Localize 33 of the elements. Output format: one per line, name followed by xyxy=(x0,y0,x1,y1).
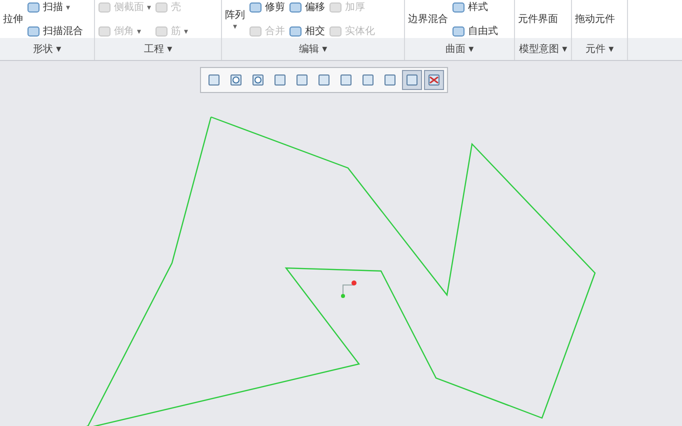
sketch-display-button[interactable] xyxy=(402,70,422,90)
ribbon-button[interactable]: 修剪 xyxy=(249,0,285,14)
group-label[interactable]: 模型意图 ▾ xyxy=(515,38,571,60)
scissors-button[interactable] xyxy=(424,70,444,90)
ribbon-button[interactable]: 元件界面 xyxy=(518,12,558,26)
tool-icon xyxy=(249,0,262,14)
ribbon-button[interactable]: 边界混合 xyxy=(408,12,448,26)
ribbon-button[interactable]: 样式 xyxy=(452,0,498,14)
coordinate-axes-icon xyxy=(341,280,356,298)
group-label[interactable]: 编辑 ▾ xyxy=(222,38,404,60)
tool-icon xyxy=(452,24,465,38)
tool-icon xyxy=(452,0,465,14)
group-label[interactable]: 曲面 ▾ xyxy=(405,38,514,60)
ribbon-button[interactable]: 拖动元件 xyxy=(575,12,615,26)
shaded-square-icon xyxy=(273,73,287,87)
tool-icon xyxy=(289,24,302,38)
tool-icon xyxy=(98,24,111,38)
ribbon-button[interactable]: 偏移 xyxy=(289,0,325,14)
ribbon-button[interactable]: 相交 xyxy=(289,24,325,38)
tool-icon xyxy=(27,24,40,38)
ribbon-button[interactable]: 拉伸 xyxy=(3,12,23,26)
ribbon-button[interactable]: 扫描 ▾ xyxy=(27,0,83,14)
tool-icon xyxy=(249,24,262,38)
group-label[interactable]: 形状 ▾ xyxy=(0,38,94,60)
group-label[interactable]: 工程 ▾ xyxy=(95,38,221,60)
ribbon-button[interactable]: 阵列 ▾ xyxy=(225,8,245,30)
ribbon-button[interactable]: 自由式 xyxy=(452,24,498,38)
tool-icon xyxy=(155,24,168,38)
ribbon-button[interactable]: 扫描混合 xyxy=(27,24,83,38)
group-label[interactable]: 元件 ▾ xyxy=(572,38,627,60)
tool-icon xyxy=(289,0,302,14)
tool-icon xyxy=(27,0,40,14)
tool-icon xyxy=(329,24,342,38)
